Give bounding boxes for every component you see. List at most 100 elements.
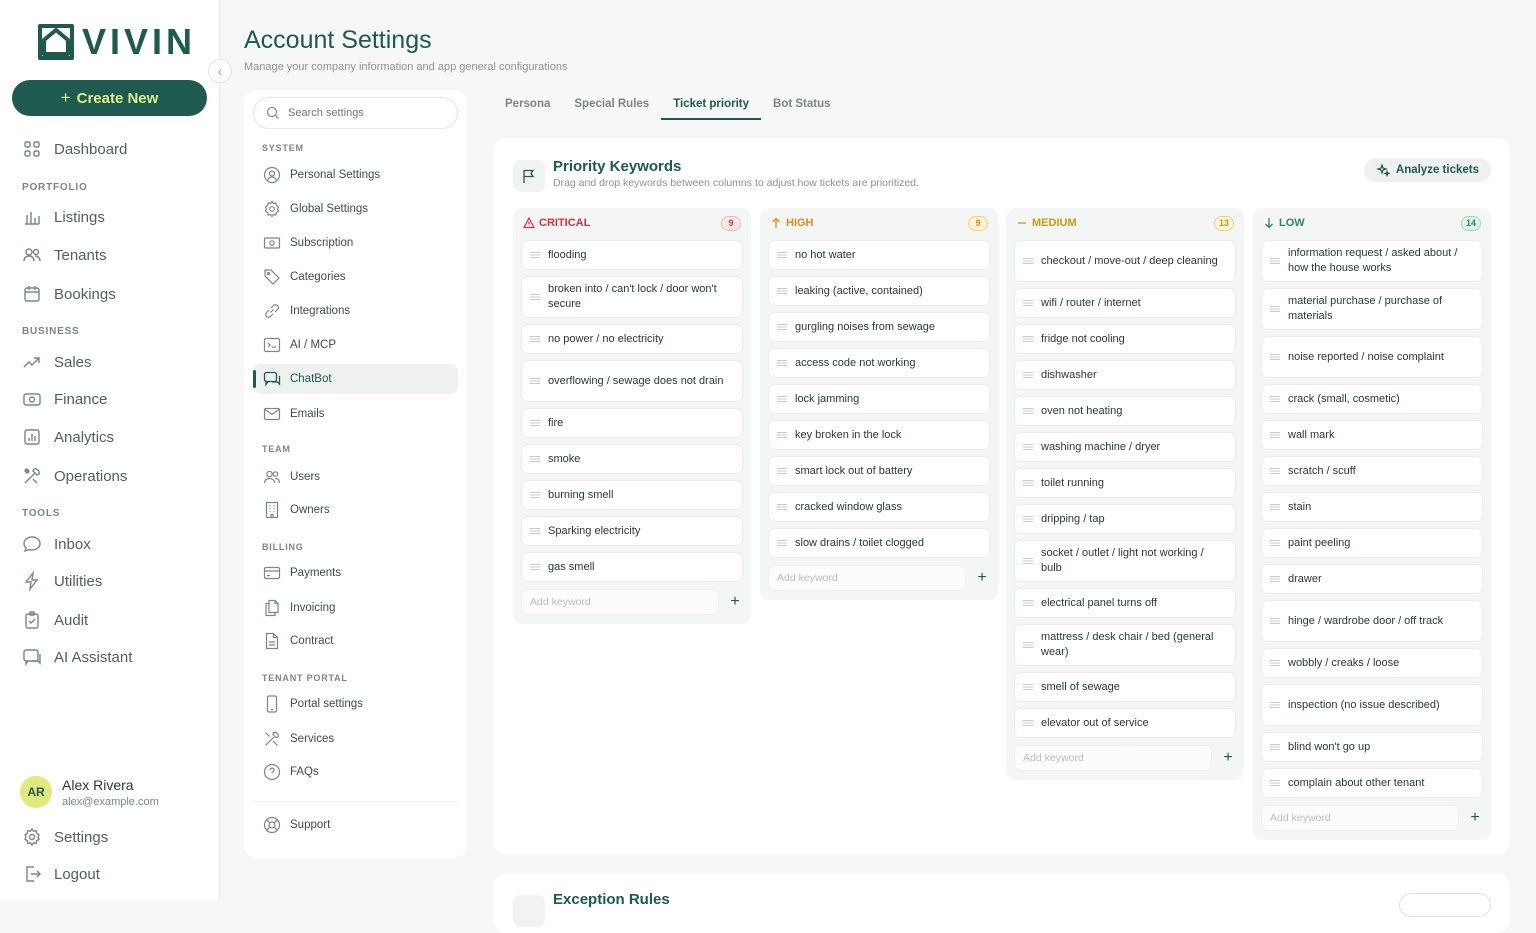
drag-handle-icon[interactable] xyxy=(777,395,787,403)
settings-item-emails[interactable]: Emails xyxy=(253,399,458,429)
nav-bookings[interactable]: Bookings xyxy=(0,281,220,307)
add-keyword-input[interactable] xyxy=(521,589,719,615)
drag-handle-icon[interactable] xyxy=(530,251,540,259)
keyword-card[interactable]: smell of sewage xyxy=(1014,672,1236,702)
keyword-card[interactable]: complain about other tenant xyxy=(1261,768,1483,798)
drag-handle-icon[interactable] xyxy=(530,563,540,571)
settings-item-integrations[interactable]: Integrations xyxy=(253,296,458,326)
keyword-card[interactable]: gurgling noises from sewage xyxy=(768,312,990,342)
settings-item-invoicing[interactable]: Invoicing xyxy=(253,593,458,623)
settings-item-personal[interactable]: Personal Settings xyxy=(253,160,458,190)
drag-handle-icon[interactable] xyxy=(1270,353,1280,361)
nav-utilities[interactable]: Utilities xyxy=(0,568,220,594)
drag-handle-icon[interactable] xyxy=(1023,407,1033,415)
drag-handle-icon[interactable] xyxy=(530,491,540,499)
settings-item-services[interactable]: Services xyxy=(253,724,458,754)
drag-handle-icon[interactable] xyxy=(777,323,787,331)
nav-settings[interactable]: Settings xyxy=(0,824,220,850)
drag-handle-icon[interactable] xyxy=(777,359,787,367)
settings-item-portal-settings[interactable]: Portal settings xyxy=(253,689,458,719)
nav-inbox[interactable]: Inbox xyxy=(0,531,220,557)
keyword-card[interactable]: paint peeling xyxy=(1261,528,1483,558)
tab-ticket-priority[interactable]: Ticket priority xyxy=(661,92,762,120)
drag-handle-icon[interactable] xyxy=(1023,719,1033,727)
drag-handle-icon[interactable] xyxy=(1023,371,1033,379)
add-keyword-input[interactable] xyxy=(1261,805,1459,831)
keyword-card[interactable]: flooding xyxy=(521,240,743,270)
keyword-card[interactable]: cracked window glass xyxy=(768,492,990,522)
nav-listings[interactable]: Listings xyxy=(0,204,220,230)
drag-handle-icon[interactable] xyxy=(1023,335,1033,343)
keyword-card[interactable]: overflowing / sewage does not drain xyxy=(521,360,743,402)
keyword-card[interactable]: leaking (active, contained) xyxy=(768,276,990,306)
keyword-card[interactable]: no hot water xyxy=(768,240,990,270)
nav-analytics[interactable]: Analytics xyxy=(0,424,220,450)
nav-operations[interactable]: Operations xyxy=(0,463,220,489)
settings-item-payments[interactable]: Payments xyxy=(253,558,458,588)
analyze-tickets-button[interactable]: Analyze tickets xyxy=(1363,158,1491,182)
drag-handle-icon[interactable] xyxy=(530,377,540,385)
keyword-card[interactable]: inspection (no issue described) xyxy=(1261,684,1483,726)
keyword-card[interactable]: smart lock out of battery xyxy=(768,456,990,486)
user-profile[interactable]: AR Alex Rivera alex@example.com xyxy=(20,776,159,808)
keyword-card[interactable]: material purchase / purchase of material… xyxy=(1261,288,1483,330)
drag-handle-icon[interactable] xyxy=(530,293,540,301)
drag-handle-icon[interactable] xyxy=(530,527,540,535)
keyword-card[interactable]: checkout / move-out / deep cleaning xyxy=(1014,240,1236,282)
keyword-card[interactable]: Sparking electricity xyxy=(521,516,743,546)
settings-item-categories[interactable]: Categories xyxy=(253,262,458,292)
keyword-card[interactable]: no power / no electricity xyxy=(521,324,743,354)
drag-handle-icon[interactable] xyxy=(777,503,787,511)
drag-handle-icon[interactable] xyxy=(530,419,540,427)
drag-handle-icon[interactable] xyxy=(1023,479,1033,487)
keyword-card[interactable]: blind won't go up xyxy=(1261,732,1483,762)
drag-handle-icon[interactable] xyxy=(1023,443,1033,451)
nav-audit[interactable]: Audit xyxy=(0,607,220,633)
keyword-card[interactable]: washing machine / dryer xyxy=(1014,432,1236,462)
keyword-card[interactable]: drawer xyxy=(1261,564,1483,594)
keyword-card[interactable]: slow drains / toilet clogged xyxy=(768,528,990,558)
keyword-card[interactable]: dishwasher xyxy=(1014,360,1236,390)
settings-item-owners[interactable]: Owners xyxy=(253,495,458,525)
drag-handle-icon[interactable] xyxy=(1270,779,1280,787)
settings-item-faqs[interactable]: FAQs xyxy=(253,757,458,787)
keyword-card[interactable]: stain xyxy=(1261,492,1483,522)
keyword-card[interactable]: wobbly / creaks / loose xyxy=(1261,648,1483,678)
brand-logo[interactable]: VIVIN xyxy=(36,22,196,62)
settings-item-chatbot[interactable]: ChatBot xyxy=(253,364,458,394)
keyword-card[interactable]: fire xyxy=(521,408,743,438)
keyword-card[interactable]: electrical panel turns off xyxy=(1014,588,1236,618)
drag-handle-icon[interactable] xyxy=(777,287,787,295)
add-keyword-plus-icon[interactable]: + xyxy=(974,569,990,587)
drag-handle-icon[interactable] xyxy=(1023,683,1033,691)
drag-handle-icon[interactable] xyxy=(530,335,540,343)
drag-handle-icon[interactable] xyxy=(1270,575,1280,583)
keyword-card[interactable]: hinge / wardrobe door / off track xyxy=(1261,600,1483,642)
drag-handle-icon[interactable] xyxy=(1023,557,1033,565)
drag-handle-icon[interactable] xyxy=(1023,641,1033,649)
keyword-card[interactable]: dripping / tap xyxy=(1014,504,1236,534)
keyword-card[interactable]: lock jamming xyxy=(768,384,990,414)
exception-action-button[interactable] xyxy=(1399,893,1491,917)
add-keyword-input[interactable] xyxy=(1014,745,1212,771)
keyword-card[interactable]: key broken in the lock xyxy=(768,420,990,450)
settings-item-subscription[interactable]: Subscription xyxy=(253,228,458,258)
drag-handle-icon[interactable] xyxy=(1270,305,1280,313)
keyword-card[interactable]: elevator out of service xyxy=(1014,708,1236,738)
collapse-sidebar-button[interactable]: ‹ xyxy=(208,59,232,83)
tab-persona[interactable]: Persona xyxy=(493,92,562,120)
drag-handle-icon[interactable] xyxy=(1270,743,1280,751)
drag-handle-icon[interactable] xyxy=(1023,299,1033,307)
keyword-card[interactable]: burning smell xyxy=(521,480,743,510)
settings-item-global[interactable]: Global Settings xyxy=(253,194,458,224)
drag-handle-icon[interactable] xyxy=(777,431,787,439)
nav-tenants[interactable]: Tenants xyxy=(0,242,220,268)
keyword-card[interactable]: oven not heating xyxy=(1014,396,1236,426)
drag-handle-icon[interactable] xyxy=(1270,701,1280,709)
create-new-button[interactable]: + Create New xyxy=(12,80,207,116)
drag-handle-icon[interactable] xyxy=(1270,431,1280,439)
keyword-card[interactable]: gas smell xyxy=(521,552,743,582)
keyword-card[interactable]: smoke xyxy=(521,444,743,474)
drag-handle-icon[interactable] xyxy=(530,455,540,463)
keyword-card[interactable]: crack (small, cosmetic) xyxy=(1261,384,1483,414)
